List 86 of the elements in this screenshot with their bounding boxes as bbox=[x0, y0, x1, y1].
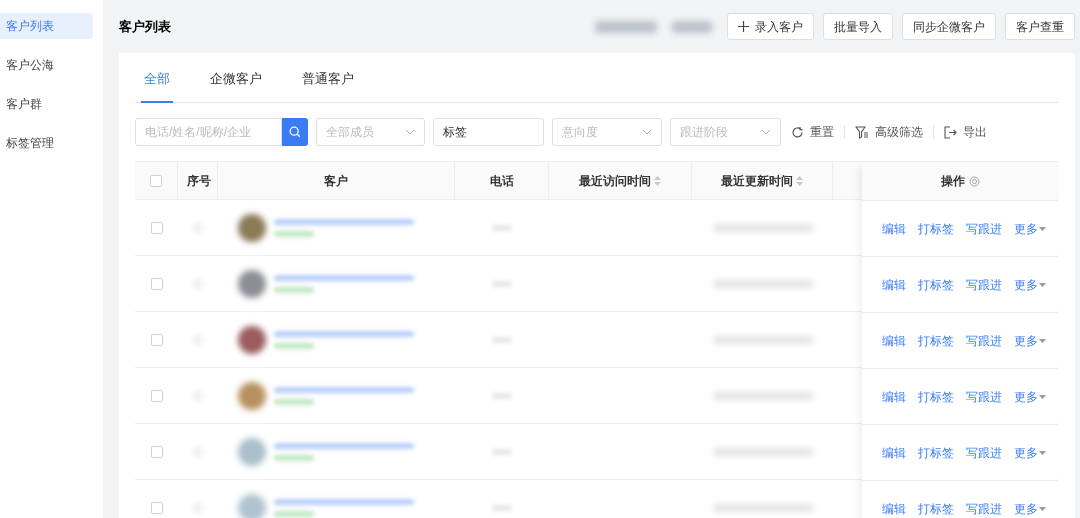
checkbox[interactable] bbox=[150, 277, 163, 290]
blurred-content bbox=[274, 510, 314, 517]
blurred-content bbox=[274, 398, 314, 405]
export-button[interactable]: 导出 bbox=[942, 123, 989, 141]
chevron-down-icon bbox=[405, 129, 415, 135]
sort-icon bbox=[796, 175, 803, 186]
search-icon bbox=[289, 126, 301, 138]
settings-icon[interactable] bbox=[968, 175, 980, 187]
action-link[interactable]: 打标签 bbox=[918, 443, 954, 462]
toolbar-button[interactable]: 同步企微客户 bbox=[902, 13, 996, 40]
caret-icon bbox=[1039, 506, 1046, 511]
caret-icon bbox=[1039, 282, 1046, 287]
action-link[interactable]: 打标签 bbox=[918, 387, 954, 406]
blurred-avatar bbox=[238, 493, 266, 518]
search-button[interactable] bbox=[282, 118, 308, 146]
action-link[interactable]: 更多 bbox=[1014, 275, 1046, 294]
blurred-content bbox=[595, 20, 657, 33]
filter-icon bbox=[855, 125, 869, 139]
action-link[interactable]: 更多 bbox=[1014, 331, 1046, 350]
action-link[interactable]: 写跟进 bbox=[966, 443, 1002, 462]
column-header[interactable]: 最近访问时间 bbox=[579, 171, 661, 190]
action-link[interactable]: 编辑 bbox=[882, 331, 906, 350]
caret-icon bbox=[1039, 394, 1046, 399]
action-link[interactable]: 编辑 bbox=[882, 443, 906, 462]
action-link[interactable]: 编辑 bbox=[882, 219, 906, 238]
action-link[interactable]: 写跟进 bbox=[966, 275, 1002, 294]
action-link[interactable]: 打标签 bbox=[918, 499, 954, 518]
chevron-down-icon bbox=[642, 129, 652, 135]
sidebar-item[interactable]: 客户公海 bbox=[0, 52, 93, 78]
blurred-content bbox=[274, 230, 314, 237]
sidebar-item[interactable]: 客户群 bbox=[0, 91, 93, 117]
search-field[interactable]: 电话/姓名/昵称/企业 bbox=[135, 118, 282, 146]
action-link[interactable]: 更多 bbox=[1014, 387, 1046, 406]
checkbox[interactable] bbox=[150, 445, 163, 458]
chevron-down-icon bbox=[761, 129, 771, 135]
column-header: 电话 bbox=[489, 172, 514, 190]
filter-button[interactable]: 高级筛选 bbox=[853, 123, 925, 141]
caret-icon bbox=[1039, 450, 1046, 455]
blurred-avatar bbox=[238, 381, 266, 410]
action-link[interactable]: 打标签 bbox=[918, 275, 954, 294]
export-icon bbox=[944, 125, 957, 139]
blurred-content bbox=[274, 342, 314, 349]
tab[interactable]: 企微客户 bbox=[207, 68, 265, 103]
sidebar-item[interactable]: 标签管理 bbox=[0, 130, 93, 156]
tab[interactable]: 全部 bbox=[141, 68, 173, 103]
toolbar-button[interactable]: 客户查重 bbox=[1005, 13, 1075, 40]
add-customer-button[interactable]: 录入客户 bbox=[727, 13, 814, 40]
action-link[interactable]: 写跟进 bbox=[966, 219, 1002, 238]
blurred-avatar bbox=[238, 325, 266, 354]
blurred-content bbox=[274, 454, 314, 461]
action-link[interactable]: 写跟进 bbox=[966, 387, 1002, 406]
column-header: 客户 bbox=[324, 172, 348, 190]
checkbox[interactable] bbox=[150, 333, 163, 346]
action-link[interactable]: 写跟进 bbox=[966, 331, 1002, 350]
plus-icon bbox=[738, 21, 749, 32]
action-link[interactable]: 编辑 bbox=[882, 387, 906, 406]
checkbox[interactable] bbox=[150, 501, 163, 514]
checkbox[interactable] bbox=[150, 221, 163, 234]
action-link[interactable]: 更多 bbox=[1014, 219, 1046, 238]
action-link[interactable]: 打标签 bbox=[918, 219, 954, 238]
caret-icon bbox=[1039, 226, 1046, 231]
action-link[interactable]: 更多 bbox=[1014, 499, 1046, 518]
action-link[interactable]: 写跟进 bbox=[966, 499, 1002, 518]
sidebar-item[interactable]: 客户列表 bbox=[0, 13, 93, 39]
action-link[interactable]: 更多 bbox=[1014, 443, 1046, 462]
checkbox[interactable] bbox=[150, 174, 162, 187]
blurred-avatar bbox=[238, 213, 266, 242]
checkbox[interactable] bbox=[150, 389, 163, 402]
blurred-avatar bbox=[238, 269, 266, 298]
column-header: 序号 bbox=[187, 172, 211, 190]
blurred-content bbox=[274, 286, 314, 293]
action-link[interactable]: 编辑 bbox=[882, 275, 906, 294]
refresh-icon bbox=[791, 125, 804, 139]
blurred-avatar bbox=[238, 437, 266, 466]
sort-icon bbox=[654, 175, 661, 186]
reset-button[interactable]: 重置 bbox=[789, 123, 836, 141]
tag-field[interactable]: 标签 bbox=[433, 118, 544, 146]
toolbar-button[interactable]: 批量导入 bbox=[823, 13, 893, 40]
blurred-content bbox=[672, 20, 712, 33]
column-header[interactable]: 最近更新时间 bbox=[721, 171, 803, 190]
action-link[interactable]: 打标签 bbox=[918, 331, 954, 350]
column-header: 操作 bbox=[940, 173, 965, 190]
page-title: 客户列表 bbox=[119, 17, 171, 36]
caret-icon bbox=[1039, 338, 1046, 343]
tab[interactable]: 普通客户 bbox=[299, 68, 357, 103]
action-link[interactable]: 编辑 bbox=[882, 499, 906, 518]
